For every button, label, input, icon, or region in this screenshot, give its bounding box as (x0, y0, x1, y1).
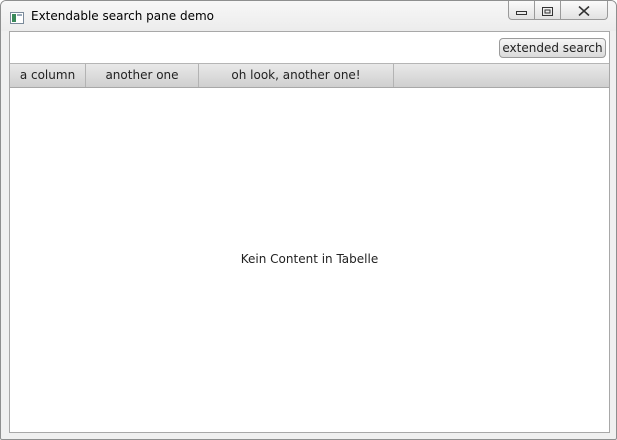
column-header-filler (394, 64, 609, 87)
column-header-another-one[interactable]: another one (86, 64, 199, 87)
app-window: Extendable search pane demo extended sea… (0, 0, 617, 440)
content-area: extended search a column another one oh … (9, 31, 610, 433)
column-header-oh-look-another-one[interactable]: oh look, another one! (199, 64, 394, 87)
maximize-button[interactable] (535, 1, 561, 20)
search-toolbar: extended search (10, 32, 609, 63)
column-header-a-column[interactable]: a column (10, 64, 86, 87)
table-body[interactable]: Kein Content in Tabelle (10, 88, 609, 432)
table-header: a column another one oh look, another on… (10, 63, 609, 88)
close-icon (578, 1, 590, 20)
extended-search-button[interactable]: extended search (499, 38, 606, 58)
empty-table-placeholder: Kein Content in Tabelle (240, 252, 379, 266)
window-title: Extendable search pane demo (31, 9, 214, 23)
maximize-icon (542, 1, 553, 20)
caption-buttons (508, 1, 608, 21)
app-icon (10, 9, 24, 24)
title-bar[interactable]: Extendable search pane demo (1, 1, 616, 31)
close-button[interactable] (561, 1, 608, 20)
minimize-icon (516, 1, 527, 20)
minimize-button[interactable] (508, 1, 535, 20)
